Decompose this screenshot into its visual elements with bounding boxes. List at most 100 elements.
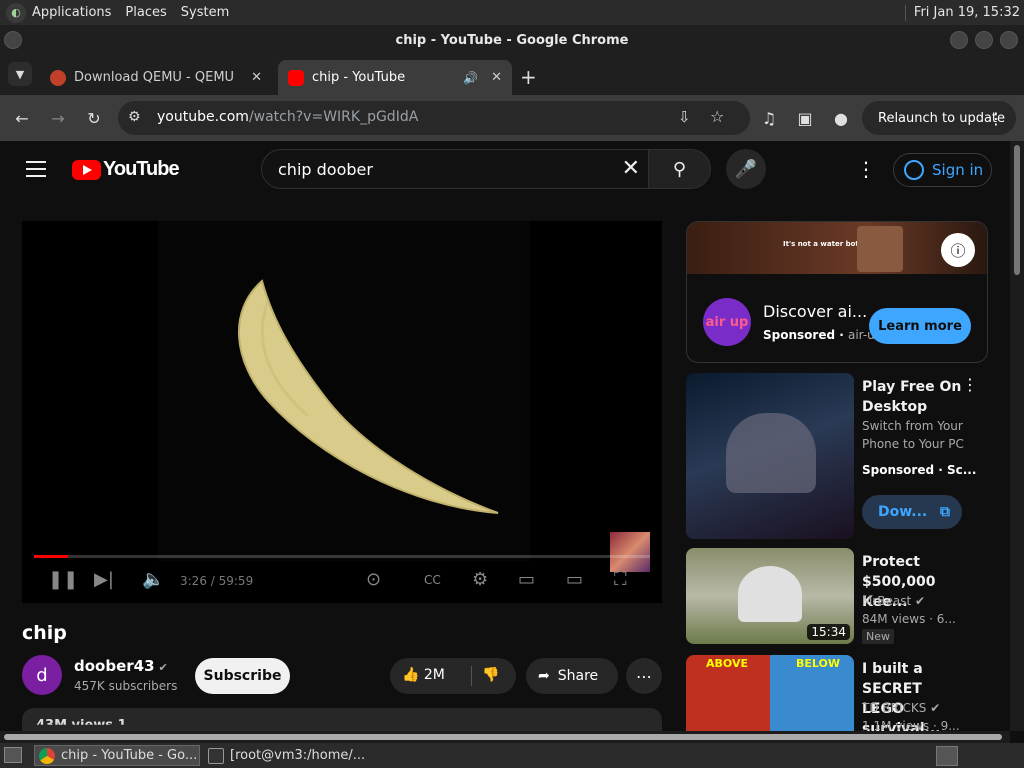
install-app-icon[interactable]: ⇩ [678, 108, 691, 126]
sponsored-ad[interactable]: It's not a water bottle. ⓘ air up Discov… [686, 221, 988, 363]
close-tab-icon[interactable]: ✕ [491, 70, 502, 85]
captions-icon[interactable]: CC [424, 573, 441, 587]
voice-search-icon[interactable]: 🎤 [726, 149, 766, 189]
game-art [726, 413, 816, 493]
clear-search-icon[interactable]: ✕ [622, 156, 640, 181]
chrome-icon [39, 747, 55, 764]
relaunch-label: Relaunch to update [878, 110, 1006, 126]
media-controls-icon[interactable]: ♫ [758, 107, 780, 129]
speaker-icon[interactable]: 🔊 [463, 71, 478, 85]
more-actions-icon[interactable]: ⋯ [626, 658, 662, 694]
applications-menu[interactable]: Applications [32, 5, 111, 20]
scroll-thumb[interactable] [4, 734, 1002, 740]
external-link-icon: ⧉ [940, 504, 950, 520]
search-input[interactable]: chip doober [278, 160, 373, 179]
rec-title[interactable]: Play Free On Desktop [862, 377, 966, 417]
share-label: Share [557, 668, 599, 684]
description-box[interactable]: 43M views 1... [22, 708, 662, 731]
tab-qemu[interactable]: Download QEMU - QEMU ✕ [40, 60, 272, 95]
video-frame[interactable] [158, 221, 530, 561]
channel-name-text: doober43 [74, 657, 155, 675]
site-info-icon[interactable]: ⚙ [128, 109, 141, 125]
download-button[interactable]: Dow... ⧉ [862, 495, 962, 529]
minimize-button[interactable] [950, 31, 968, 49]
settings-gear-icon[interactable]: ⚙ [472, 569, 488, 590]
youtube-logo[interactable]: YouTube [72, 158, 180, 181]
progress-bar[interactable] [34, 555, 650, 558]
taskbar-item-chrome[interactable]: chip - YouTube - Go... [34, 745, 200, 766]
settings-menu-icon[interactable]: ⋮ [856, 157, 876, 181]
learn-more-button[interactable]: Learn more [869, 308, 971, 344]
vertical-scrollbar[interactable] [1010, 141, 1024, 731]
side-panel-icon[interactable]: ▣ [794, 107, 816, 129]
recommendation-item[interactable]: ABOVE BELOW I built a SECRET LEGO surviv… [686, 655, 986, 731]
tab-strip: ▼ Download QEMU - QEMU ✕ chip - YouTube … [0, 55, 1024, 95]
close-tab-icon[interactable]: ✕ [251, 70, 262, 85]
chrome-menu-icon[interactable]: ⋮ [988, 109, 1004, 128]
window-menu-button[interactable] [4, 31, 22, 49]
pause-icon[interactable]: ❚❚ [48, 569, 78, 590]
taskbar-label: [root@vm3:/home/... [230, 748, 366, 763]
new-tab-icon[interactable]: + [520, 65, 537, 89]
rec-thumbnail[interactable] [686, 373, 854, 539]
tab-label: chip - YouTube [312, 70, 406, 85]
distro-logo-icon[interactable]: ◐ [6, 2, 26, 23]
rec-channel-name: MrBeast [862, 594, 912, 608]
rec-channel[interactable]: MrBeast ✔ [862, 592, 925, 610]
maximize-button[interactable] [975, 31, 993, 49]
like-button[interactable]: 👍 2M [402, 667, 445, 683]
search-button[interactable]: ⚲ [648, 149, 711, 189]
volume-icon[interactable]: 🔈 [142, 569, 164, 590]
hamburger-menu-icon[interactable] [26, 161, 46, 177]
sign-in-button[interactable]: Sign in [893, 153, 992, 187]
sign-in-label: Sign in [932, 161, 984, 179]
places-menu[interactable]: Places [125, 5, 166, 20]
channel-name[interactable]: doober43 ✔ [74, 657, 168, 675]
url-text[interactable]: youtube.com/watch?v=WIRK_pGdIdA [157, 109, 418, 125]
taskbar-item-terminal[interactable]: [root@vm3:/home/... [204, 745, 370, 766]
ad-info-icon[interactable]: ⓘ [941, 233, 975, 267]
close-window-button[interactable] [1000, 31, 1018, 49]
dislike-icon[interactable]: 👎 [482, 667, 499, 683]
system-menu[interactable]: System [181, 5, 229, 20]
tab-search-icon[interactable]: ▼ [8, 62, 32, 86]
rec-thumbnail[interactable]: ABOVE BELOW [686, 655, 854, 731]
rec-views: 1.1M views · 9... [862, 719, 960, 731]
forward-icon[interactable]: → [47, 107, 69, 129]
next-icon[interactable]: ▶| [94, 569, 114, 590]
video-player[interactable]: ❚❚ ▶| 🔈 3:26 / 59:59 ⊙ CC ⚙ ▭ ▭ ⛶ [22, 221, 662, 603]
panel-separator [904, 4, 906, 21]
tab-youtube[interactable]: chip - YouTube 🔊 ✕ [278, 60, 512, 95]
clock[interactable]: Fri Jan 19, 15:32 [914, 5, 1020, 20]
address-bar[interactable]: ⚙ youtube.com/watch?v=WIRK_pGdIdA ⇩ ☆ [118, 101, 750, 135]
endscreen-thumbnail[interactable] [610, 532, 650, 572]
theater-mode-icon[interactable]: ▭ [566, 569, 583, 590]
reload-icon[interactable]: ↻ [83, 107, 105, 129]
search-box[interactable]: chip doober ✕ [261, 149, 649, 189]
fullscreen-icon[interactable]: ⛶ [614, 569, 627, 590]
subscribe-button[interactable]: Subscribe [195, 658, 290, 694]
bookmark-star-icon[interactable]: ☆ [710, 107, 724, 126]
tray-chrome-icon[interactable] [936, 746, 958, 766]
window-titlebar[interactable]: chip - YouTube - Google Chrome [0, 25, 1024, 55]
scroll-thumb[interactable] [1014, 145, 1020, 275]
share-button[interactable]: ➦ Share [526, 658, 618, 694]
back-icon[interactable]: ← [11, 107, 33, 129]
url-path: /watch?v=WIRK_pGdIdA [248, 109, 419, 125]
relaunch-button[interactable]: Relaunch to update ⋮ [862, 101, 1016, 135]
ad-banner[interactable]: It's not a water bottle. ⓘ [687, 222, 987, 274]
miniplayer-icon[interactable]: ▭ [518, 569, 535, 590]
recommendation-item[interactable]: Play Free On Desktop ⋮ Switch from Your … [686, 373, 986, 539]
verified-icon: ✔ [158, 661, 168, 674]
rec-channel[interactable]: TD BRICKS ✔ [862, 699, 940, 717]
show-desktop-icon[interactable] [4, 747, 22, 763]
channel-avatar[interactable]: d [22, 655, 62, 695]
horizontal-scrollbar[interactable] [0, 731, 1010, 743]
terminal-icon [208, 747, 224, 764]
ad-title[interactable]: Discover ai... [763, 302, 867, 321]
rec-menu-icon[interactable]: ⋮ [962, 375, 978, 394]
profile-icon[interactable]: ● [830, 107, 852, 129]
rec-thumbnail[interactable]: 15:34 [686, 548, 854, 644]
autoplay-toggle[interactable]: ⊙ [366, 569, 381, 590]
recommendation-item[interactable]: 15:34 Protect $500,000 Kee... MrBeast ✔ … [686, 548, 986, 644]
